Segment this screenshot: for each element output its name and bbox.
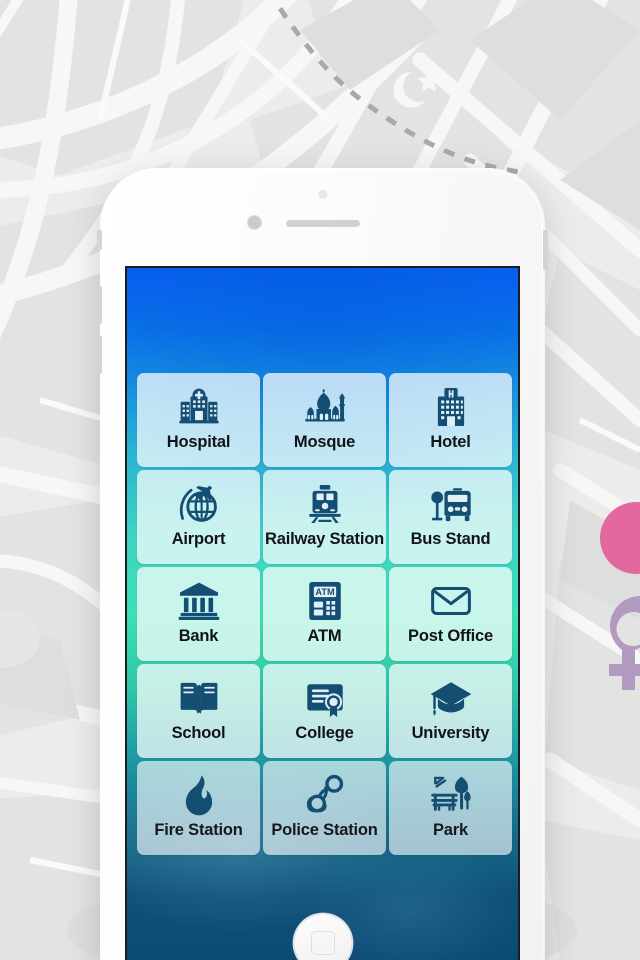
tile-label: Post Office [408, 627, 493, 645]
hotel-icon [428, 385, 474, 429]
front-camera-icon [248, 216, 261, 229]
airport-icon [176, 482, 222, 526]
volume-down-button[interactable] [97, 336, 102, 374]
svg-text:ATM: ATM [315, 587, 335, 597]
tile-fire-station[interactable]: Fire Station [137, 761, 260, 855]
mosque-icon [302, 385, 348, 429]
tile-college[interactable]: College [263, 664, 386, 758]
train-icon [302, 482, 348, 526]
tile-park[interactable]: Park [389, 761, 512, 855]
tile-label: Hotel [430, 433, 471, 451]
tile-label: Fire Station [154, 821, 243, 839]
tile-bank[interactable]: Bank [137, 567, 260, 661]
tile-label: Bus Stand [410, 530, 491, 548]
tile-bus-stand[interactable]: Bus Stand [389, 470, 512, 564]
bus-icon [428, 482, 474, 526]
tile-mosque[interactable]: Mosque [263, 373, 386, 467]
smartphone-device: Hospital Mosque Hotel Airport Railway St… [97, 168, 548, 960]
park-bench-icon [428, 773, 474, 817]
tile-label: College [295, 724, 354, 742]
certificate-icon [302, 676, 348, 720]
tile-hotel[interactable]: Hotel [389, 373, 512, 467]
tile-post-office[interactable]: Post Office [389, 567, 512, 661]
envelope-icon [428, 579, 474, 623]
tile-label: Bank [178, 627, 219, 645]
handcuffs-icon [302, 773, 348, 817]
flame-icon [176, 773, 222, 817]
tile-label: Railway Station [265, 530, 384, 548]
silent-switch-button[interactable] [97, 230, 102, 250]
phone-screen: Hospital Mosque Hotel Airport Railway St… [125, 266, 520, 960]
tile-label: University [411, 724, 490, 742]
tile-airport[interactable]: Airport [137, 470, 260, 564]
proximity-sensor [318, 190, 327, 199]
tile-label: ATM [307, 627, 342, 645]
bank-icon [176, 579, 222, 623]
graduation-cap-icon [428, 676, 474, 720]
volume-up-button[interactable] [97, 286, 102, 324]
tile-police-station[interactable]: Police Station [263, 761, 386, 855]
tile-atm[interactable]: ATM ATM [263, 567, 386, 661]
tile-label: Park [433, 821, 468, 839]
power-button[interactable] [543, 230, 548, 270]
tile-railway-station[interactable]: Railway Station [263, 470, 386, 564]
tile-label: Hospital [166, 433, 231, 451]
tile-label: School [171, 724, 226, 742]
tile-label: Airport [171, 530, 226, 548]
tile-hospital[interactable]: Hospital [137, 373, 260, 467]
tile-label: Mosque [293, 433, 356, 451]
hospital-icon [176, 385, 222, 429]
open-book-icon [176, 676, 222, 720]
atm-icon: ATM [302, 579, 348, 623]
tile-label: Police Station [271, 821, 378, 839]
earpiece-speaker [285, 220, 360, 227]
places-tile-grid: Hospital Mosque Hotel Airport Railway St… [137, 373, 512, 855]
tile-school[interactable]: School [137, 664, 260, 758]
tile-university[interactable]: University [389, 664, 512, 758]
